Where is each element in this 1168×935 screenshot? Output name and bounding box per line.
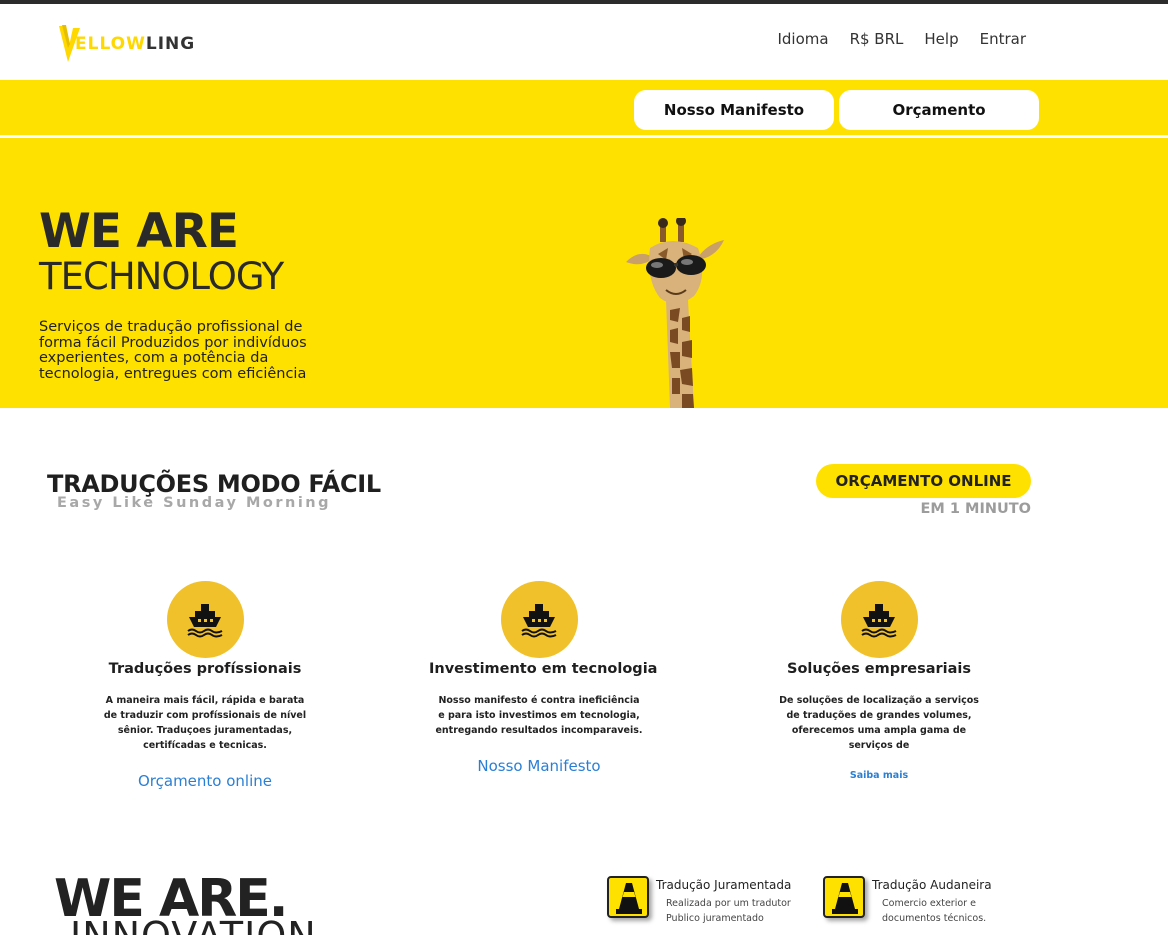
nav-idioma[interactable]: Idioma (777, 30, 828, 48)
ship-icon (860, 604, 896, 638)
online-quote-button[interactable]: ORÇAMENTO ONLINE (816, 464, 1031, 498)
service-description: Comercio exterior e documentos técnicos. (882, 898, 987, 924)
action-bar: Nosso Manifesto Orçamento (0, 80, 1168, 135)
feature-link-orcamento[interactable]: Orçamento online (95, 772, 315, 790)
service-icon-box (823, 876, 865, 918)
feature-title: Soluções empresariais (787, 661, 971, 677)
feature-card: Investimento em tecnologia Nosso manifes… (429, 581, 658, 775)
hero-title: WE ARE (39, 204, 239, 259)
hero-description: Serviços de tradução profissional de for… (39, 319, 307, 382)
feature-icon-circle (500, 581, 578, 658)
top-nav: Idioma R$ BRL Help Entrar (777, 30, 1026, 48)
site-header: ELLOWLING Idioma R$ BRL Help Entrar (0, 4, 1168, 80)
traffic-cone-icon (616, 883, 642, 914)
section-tagline: Easy Like Sunday Morning (57, 495, 332, 511)
feature-card: Traduções profíssionais A maneira mais f… (95, 581, 315, 790)
ship-icon (520, 604, 556, 638)
feature-icon-circle (166, 581, 244, 658)
service-title: Tradução Audaneira (872, 878, 992, 892)
bottom-subtitle: INNOVATION (70, 914, 317, 935)
section-title: TRADUÇÕES MODO FÁCIL (47, 470, 381, 498)
ship-icon (186, 604, 222, 638)
hero-banner: WE ARE TECHNOLOGY Serviços de tradução p… (0, 138, 1168, 408)
service-icon-box (607, 876, 649, 918)
service-description: Realizada por um tradutor Publico jurame… (666, 898, 791, 924)
nav-login[interactable]: Entrar (980, 30, 1026, 48)
feature-card: Soluções empresariais De soluções de loc… (769, 581, 989, 781)
feature-icon-circle (840, 581, 918, 658)
brand-logo[interactable]: ELLOWLING (58, 22, 218, 66)
traffic-cone-icon (832, 883, 858, 914)
orcamento-button[interactable]: Orçamento (839, 90, 1039, 130)
service-title: Tradução Juramentada (656, 878, 792, 892)
online-quote-note: EM 1 MINUTO (920, 501, 1031, 517)
giraffe-image (626, 218, 724, 408)
nav-currency[interactable]: R$ BRL (850, 30, 904, 48)
hero-subtitle: TECHNOLOGY (39, 255, 284, 298)
feature-title: Traduções profíssionais (108, 661, 302, 677)
logo-wordmark: ELLOWLING (75, 34, 196, 54)
nav-help[interactable]: Help (924, 30, 958, 48)
feature-description: De soluções de localização a serviços de… (779, 695, 979, 751)
feature-description: A maneira mais fácil, rápida e barata de… (103, 695, 307, 751)
feature-description: Nosso manifesto é contra ineficiência e … (435, 695, 643, 736)
feature-title: Investimento em tecnologia (429, 661, 658, 677)
feature-link-saiba-mais[interactable]: Saiba mais (769, 770, 989, 781)
manifesto-button[interactable]: Nosso Manifesto (634, 90, 834, 130)
feature-link-manifesto[interactable]: Nosso Manifesto (429, 757, 649, 775)
